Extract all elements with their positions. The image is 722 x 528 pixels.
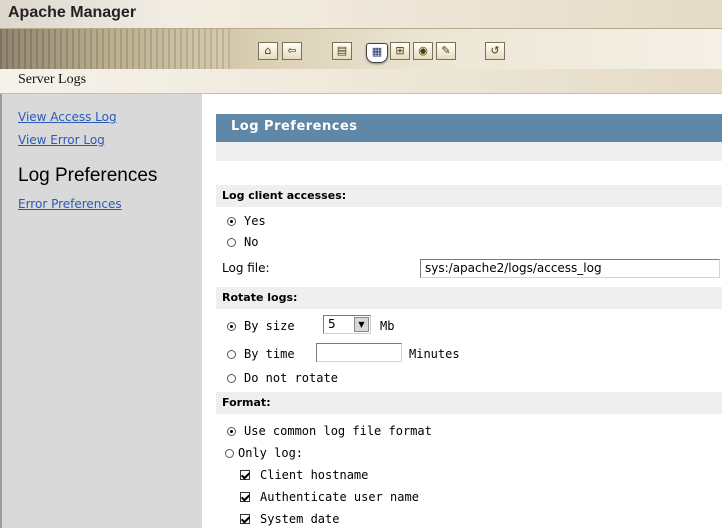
rotate-time-unit: Minutes [409, 347, 460, 361]
log-client-no-option[interactable]: No [227, 235, 258, 249]
rotate-size-unit: Mb [380, 319, 395, 333]
rotate-logs-heading: Rotate logs: [216, 287, 722, 309]
panel-title: Log Preferences [231, 119, 358, 134]
rotate-time-input[interactable] [316, 343, 402, 362]
format-common-option[interactable]: Use common log file format [227, 424, 432, 438]
log-client-yes-radio[interactable] [227, 216, 236, 226]
system-date-label: System date [260, 512, 340, 526]
sidebar [0, 94, 202, 528]
format-only-log-radio[interactable] [225, 448, 234, 458]
log-client-yes-label: Yes [244, 214, 266, 228]
edit-config-icon[interactable]: ▤ [332, 42, 352, 60]
rotate-by-size-option[interactable]: By size [227, 319, 295, 333]
server-logs-icon[interactable]: ▦ [366, 43, 388, 63]
directory-tree-icon[interactable]: ⊞ [390, 42, 410, 60]
app-title: Apache Manager [8, 4, 137, 21]
check-system-date[interactable]: System date [240, 512, 339, 526]
sidebar-link-view-access-log[interactable]: View Access Log [18, 110, 117, 124]
rotate-none-radio[interactable] [227, 373, 236, 383]
rotate-none-label: Do not rotate [244, 371, 338, 385]
format-only-log-option[interactable]: Only log: [225, 446, 303, 460]
rotate-size-value: 5 [328, 317, 336, 331]
rotate-by-time-radio[interactable] [227, 349, 236, 359]
chevron-down-icon[interactable]: ▼ [354, 317, 369, 332]
rotate-by-time-label: By time [244, 347, 295, 361]
format-common-label: Use common log file format [244, 424, 432, 438]
sidebar-current-page: Log Preferences [18, 165, 158, 186]
rotate-size-select[interactable]: 5 ▼ [323, 315, 371, 334]
log-client-no-radio[interactable] [227, 237, 236, 247]
auth-user-name-label: Authenticate user name [260, 490, 419, 504]
section-title: Server Logs [18, 72, 87, 87]
logout-icon[interactable]: ⇦ [282, 42, 302, 60]
format-heading: Format: [216, 392, 722, 414]
rotate-none-option[interactable]: Do not rotate [227, 371, 338, 385]
client-hostname-checkbox[interactable] [240, 470, 250, 480]
check-client-hostname[interactable]: Client hostname [240, 468, 368, 482]
format-common-radio[interactable] [227, 426, 236, 436]
toolbar-band [0, 29, 722, 69]
sidebar-border [0, 94, 2, 528]
home-icon[interactable]: ⌂ [258, 42, 278, 60]
system-date-checkbox[interactable] [240, 514, 250, 524]
log-file-label: Log file: [222, 261, 270, 275]
log-file-input[interactable]: sys:/apache2/logs/access_log [420, 259, 720, 278]
auth-user-name-checkbox[interactable] [240, 492, 250, 502]
sidebar-link-view-error-log[interactable]: View Error Log [18, 133, 105, 147]
admin-tools-icon[interactable]: ✎ [436, 42, 456, 60]
rotate-by-size-radio[interactable] [227, 321, 236, 331]
log-client-yes-option[interactable]: Yes [227, 214, 266, 228]
log-client-heading: Log client accesses: [216, 185, 722, 207]
client-hostname-label: Client hostname [260, 468, 369, 482]
log-client-no-label: No [244, 235, 259, 249]
format-only-log-label: Only log: [238, 446, 304, 460]
audio-icon[interactable]: ◉ [413, 42, 433, 60]
app-header: Apache Manager ⌂ ⇦ ▤ ▦ ⊞ ◉ ✎ ↺ Server Lo… [0, 0, 722, 94]
rotate-by-size-label: By size [244, 319, 295, 333]
rotate-by-time-option[interactable]: By time [227, 347, 295, 361]
refresh-icon[interactable]: ↺ [485, 42, 505, 60]
sidebar-link-error-preferences[interactable]: Error Preferences [18, 197, 122, 211]
check-auth-user-name[interactable]: Authenticate user name [240, 490, 419, 504]
panel-subheader [216, 142, 722, 161]
